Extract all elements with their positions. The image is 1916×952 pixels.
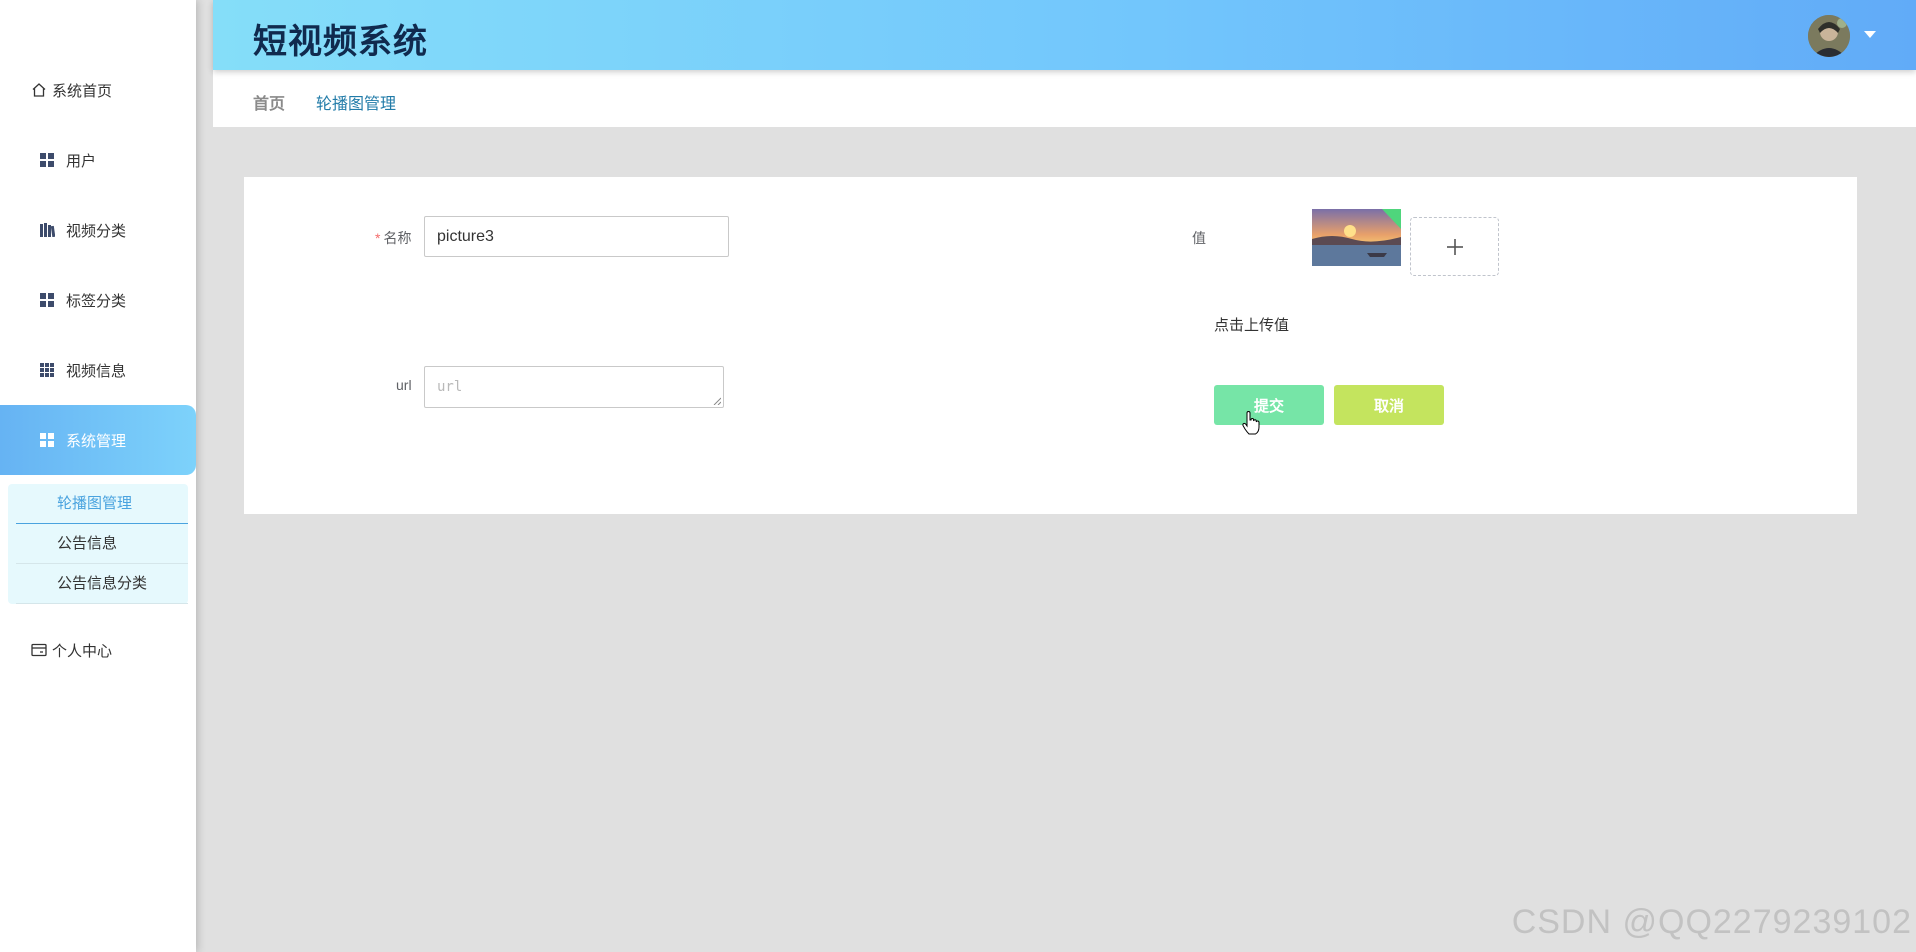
uploaded-image-thumbnail[interactable] (1312, 209, 1401, 266)
plus-icon (1446, 238, 1463, 255)
name-label-text: 名称 (383, 230, 412, 246)
sidebar-item-label: 系统管理 (66, 432, 127, 450)
resize-handle-icon[interactable] (713, 397, 721, 405)
url-label: url (396, 377, 412, 393)
system-submenu: 轮播图管理 公告信息 公告信息分类 (8, 484, 188, 604)
submenu-item-notice[interactable]: 公告信息 (16, 524, 188, 564)
apps-icon (38, 361, 56, 379)
top-header: 短视频系统 (213, 0, 1916, 70)
carousel-form-card: * 名称 picture3 url url 值 点击上传值 提交 取消 (244, 177, 1857, 514)
breadcrumb: 首页 轮播图管理 (213, 70, 1916, 127)
breadcrumb-home[interactable]: 首页 (253, 90, 285, 114)
upload-hint: 点击上传值 (1214, 317, 1290, 334)
sidebar-item-system-management[interactable]: 系统管理 (0, 405, 196, 475)
grid-icon (38, 431, 56, 449)
submenu-item-carousel[interactable]: 轮播图管理 (16, 484, 188, 524)
submit-button[interactable]: 提交 (1214, 385, 1324, 425)
watermark: CSDN @QQ2279239102 (1511, 903, 1912, 941)
books-icon (38, 221, 56, 239)
sidebar-item-video-info[interactable]: 视频信息 (0, 335, 196, 405)
sidebar-item-label: 标签分类 (66, 292, 127, 310)
cancel-button[interactable]: 取消 (1334, 385, 1444, 425)
submenu-item-notice-category[interactable]: 公告信息分类 (16, 564, 188, 604)
name-input[interactable]: picture3 (424, 216, 729, 257)
caret-down-icon[interactable] (1864, 31, 1876, 38)
sidebar-item-home[interactable]: 系统首页 (0, 55, 196, 125)
sidebar-item-label: 个人中心 (52, 642, 113, 660)
sidebar-item-label: 视频分类 (66, 222, 127, 240)
grid-icon (38, 151, 56, 169)
sidebar-item-tag-category[interactable]: 标签分类 (0, 265, 196, 335)
name-label: * 名称 (375, 228, 411, 248)
sidebar-item-users[interactable]: 用户 (0, 125, 196, 195)
value-label: 值 (1192, 230, 1206, 246)
sidebar: 系统首页 用户 视频分类 标签分类 视频信息 系统管理 轮播图管理 公告信息 公… (0, 0, 196, 952)
sidebar-item-personal-center[interactable]: 个人中心 (0, 615, 196, 685)
user-avatar[interactable] (1808, 15, 1850, 57)
upload-button[interactable] (1410, 217, 1499, 276)
app-title: 短视频系统 (253, 22, 428, 62)
url-placeholder: url (437, 379, 463, 395)
required-asterisk: * (375, 230, 381, 246)
sidebar-item-label: 视频信息 (66, 362, 127, 380)
wallet-icon (30, 641, 48, 659)
breadcrumb-current: 轮播图管理 (316, 96, 397, 113)
url-textarea[interactable]: url (424, 366, 724, 408)
grid-icon (38, 291, 56, 309)
home-icon (30, 81, 48, 99)
sidebar-item-label: 用户 (66, 152, 97, 170)
sidebar-item-video-category[interactable]: 视频分类 (0, 195, 196, 265)
sidebar-item-label: 系统首页 (52, 82, 113, 100)
hand-cursor-icon (1242, 411, 1260, 435)
